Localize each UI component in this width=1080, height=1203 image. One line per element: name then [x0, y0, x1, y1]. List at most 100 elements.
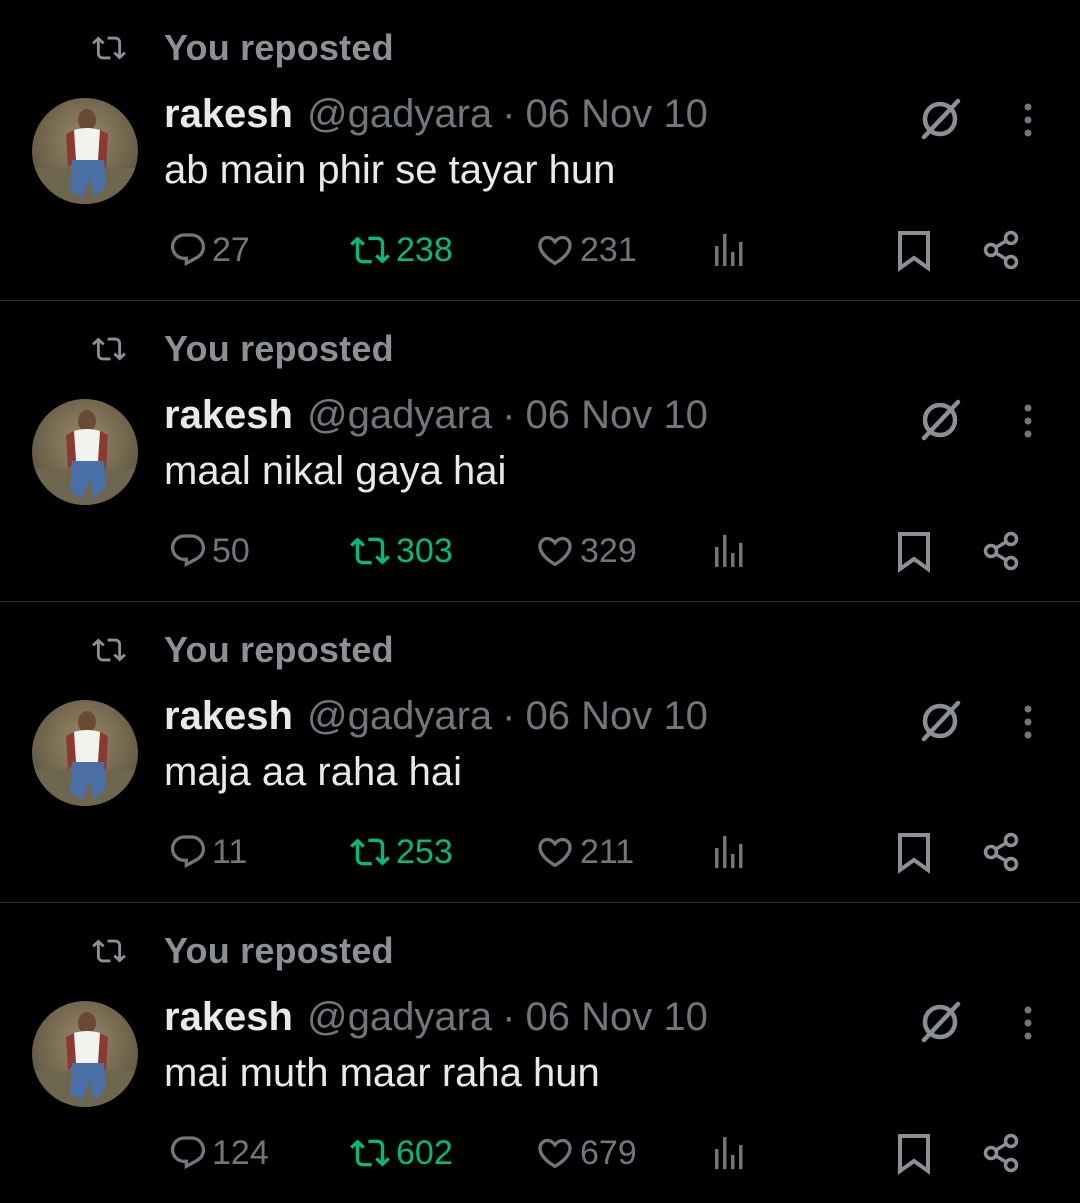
repost-button[interactable]: 238 [348, 222, 453, 278]
tweet-card[interactable]: You reposted rakesh @gadyara · 06 Nov 10… [0, 0, 1080, 300]
avatar-image [32, 700, 138, 806]
author-handle[interactable]: @gadyara [307, 393, 492, 438]
share-button[interactable] [980, 523, 1024, 579]
more-icon[interactable] [1008, 399, 1048, 443]
repost-context: You reposted [92, 927, 394, 975]
grok-icon[interactable] [914, 393, 966, 445]
repost-context: You reposted [92, 325, 394, 373]
avatar[interactable] [32, 399, 138, 505]
tweet-card[interactable]: You reposted rakesh @gadyara · 06 Nov 10… [0, 903, 1080, 1203]
tweet-text: ab main phir se tayar hun [164, 148, 616, 192]
tweet-header: rakesh @gadyara · 06 Nov 10 [164, 694, 708, 744]
reply-icon [170, 233, 206, 267]
tweet-date[interactable]: 06 Nov 10 [525, 995, 707, 1040]
reply-button[interactable]: 27 [168, 222, 250, 278]
author-handle[interactable]: @gadyara [307, 694, 492, 739]
tweet-header: rakesh @gadyara · 06 Nov 10 [164, 92, 708, 142]
author-handle[interactable]: @gadyara [307, 92, 492, 137]
separator-dot: · [502, 995, 516, 1039]
repost-icon [92, 939, 126, 963]
tweet-actions: 27 238 231 [0, 222, 1080, 278]
tweet-card[interactable]: You reposted rakesh @gadyara · 06 Nov 10… [0, 602, 1080, 902]
avatar-image [32, 98, 138, 204]
tweet-date[interactable]: 06 Nov 10 [525, 92, 707, 137]
author-handle[interactable]: @gadyara [307, 995, 492, 1040]
author-name[interactable]: rakesh [164, 995, 293, 1040]
views-button[interactable] [710, 222, 750, 278]
tweet-header: rakesh @gadyara · 06 Nov 10 [164, 995, 708, 1045]
avatar-image [32, 1001, 138, 1107]
tweet-card[interactable]: You reposted rakesh @gadyara · 06 Nov 10… [0, 301, 1080, 601]
tweet-actions: 124 602 679 [0, 1125, 1080, 1181]
like-count: 211 [580, 832, 635, 871]
tweet-date[interactable]: 06 Nov 10 [525, 694, 707, 739]
share-button[interactable] [980, 222, 1024, 278]
bookmark-button[interactable] [892, 222, 936, 278]
share-icon [983, 531, 1019, 571]
heart-icon [538, 235, 572, 266]
reply-count: 27 [212, 230, 250, 269]
reply-count: 124 [212, 1133, 269, 1172]
reply-button[interactable]: 50 [168, 523, 250, 579]
like-count: 231 [580, 230, 637, 269]
views-icon [715, 1137, 743, 1169]
more-icon[interactable] [1008, 700, 1048, 744]
grok-icon[interactable] [914, 995, 966, 1047]
views-icon [715, 836, 743, 868]
like-button[interactable]: 329 [534, 523, 637, 579]
tweet-text: maja aa raha hai [164, 750, 462, 794]
views-icon [715, 234, 743, 266]
bookmark-button[interactable] [892, 1125, 936, 1181]
tweet-text: maal nikal gaya hai [164, 449, 507, 493]
more-icon[interactable] [1008, 1001, 1048, 1045]
views-button[interactable] [710, 824, 750, 880]
avatar[interactable] [32, 98, 138, 204]
like-button[interactable]: 231 [534, 222, 637, 278]
like-button[interactable]: 679 [534, 1125, 637, 1181]
bookmark-icon [898, 231, 930, 272]
reply-button[interactable]: 11 [168, 824, 247, 880]
like-count: 679 [580, 1133, 637, 1172]
share-icon [983, 1133, 1019, 1173]
share-button[interactable] [980, 824, 1024, 880]
repost-button[interactable]: 303 [348, 523, 453, 579]
views-button[interactable] [710, 523, 750, 579]
timeline-feed: You reposted rakesh @gadyara · 06 Nov 10… [0, 0, 1080, 1189]
repost-icon [92, 36, 126, 60]
repost-count: 602 [396, 1133, 453, 1172]
separator-dot: · [502, 393, 516, 437]
bookmark-button[interactable] [892, 824, 936, 880]
more-icon[interactable] [1008, 98, 1048, 142]
like-button[interactable]: 211 [534, 824, 634, 880]
separator-dot: · [502, 694, 516, 738]
tweet-actions: 50 303 329 [0, 523, 1080, 579]
reply-count: 11 [212, 832, 248, 871]
reply-icon [170, 534, 206, 568]
heart-icon [538, 536, 572, 567]
bookmark-button[interactable] [892, 523, 936, 579]
share-button[interactable] [980, 1125, 1024, 1181]
author-name[interactable]: rakesh [164, 694, 293, 739]
repost-icon [92, 337, 126, 361]
author-name[interactable]: rakesh [164, 393, 293, 438]
tweet-date[interactable]: 06 Nov 10 [525, 393, 707, 438]
repost-button[interactable]: 602 [348, 1125, 453, 1181]
share-icon [983, 230, 1019, 270]
repost-icon [350, 838, 390, 866]
repost-icon [350, 1139, 390, 1167]
grok-icon[interactable] [914, 694, 966, 746]
tweet-header: rakesh @gadyara · 06 Nov 10 [164, 393, 708, 443]
reply-button[interactable]: 124 [168, 1125, 269, 1181]
views-icon [715, 535, 743, 567]
repost-button[interactable]: 253 [348, 824, 453, 880]
repost-icon [350, 236, 390, 264]
grok-icon[interactable] [914, 92, 966, 144]
repost-label: You reposted [164, 629, 394, 670]
views-button[interactable] [710, 1125, 750, 1181]
bookmark-icon [898, 1134, 930, 1175]
bookmark-icon [898, 833, 930, 874]
repost-count: 238 [396, 230, 453, 269]
avatar[interactable] [32, 1001, 138, 1107]
author-name[interactable]: rakesh [164, 92, 293, 137]
avatar[interactable] [32, 700, 138, 806]
